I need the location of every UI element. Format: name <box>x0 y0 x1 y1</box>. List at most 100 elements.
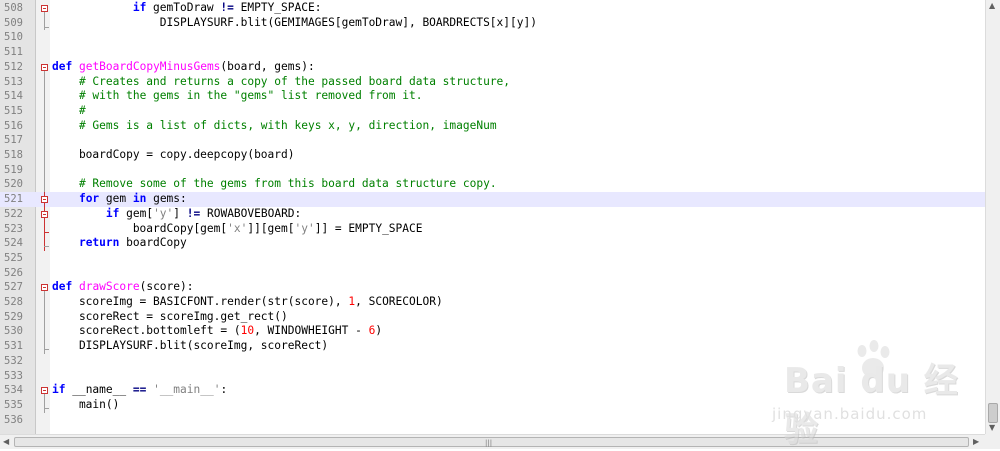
code-token: for <box>78 192 100 206</box>
code-token: 10 <box>240 324 255 338</box>
fold-collapse-icon[interactable] <box>41 5 48 12</box>
code-token: if <box>132 1 147 14</box>
code-token: if <box>52 383 66 397</box>
code-token: in <box>132 192 147 206</box>
line-number: 528 <box>4 296 23 308</box>
code-line[interactable]: 526 <box>0 266 985 281</box>
line-number: 517 <box>4 134 23 147</box>
line-number: 526 <box>4 266 23 279</box>
line-number: 527 <box>4 281 23 294</box>
code-token: scoreRect.bottomleft = ( <box>52 324 241 338</box>
code-text: # Creates and returns a copy of the pass… <box>52 75 510 90</box>
line-number: 522 <box>4 207 23 220</box>
watermark-url: jingyan.baidu.com <box>772 405 928 423</box>
code-token: ROWABOVEBOARD: <box>200 206 302 220</box>
code-line[interactable]: 515 # <box>0 104 985 119</box>
code-token: (score): <box>139 280 194 294</box>
code-line[interactable]: 520 # Remove some of the gems from this … <box>0 177 985 192</box>
code-line[interactable]: 525 <box>0 251 985 266</box>
line-number: 519 <box>4 163 23 176</box>
code-line[interactable]: 522 if gem['y'] != ROWABOVEBOARD: <box>0 207 985 222</box>
code-token: scoreRect = scoreImg.get_rect() <box>52 309 288 323</box>
fold-guide <box>44 70 45 193</box>
line-number: 534 <box>4 384 23 397</box>
fold-guide-end <box>44 246 49 248</box>
scroll-left-arrow-icon[interactable]: ◀ <box>3 437 9 446</box>
code-line[interactable]: 511 <box>0 45 985 60</box>
line-number: 530 <box>4 325 23 338</box>
scroll-grip-icon: ||| <box>485 439 493 447</box>
code-token: gemToDraw <box>146 1 221 14</box>
scroll-up-arrow-icon[interactable]: ▲ <box>989 1 995 10</box>
code-line[interactable]: 517 <box>0 133 985 148</box>
code-line[interactable]: 524 return boardCopy <box>0 236 985 251</box>
code-token: if <box>105 206 120 220</box>
code-token: gem[ <box>119 206 154 220</box>
code-text: boardCopy[gem['x']][gem['y']] = EMPTY_SP… <box>52 222 423 237</box>
code-line[interactable]: 519 <box>0 163 985 178</box>
code-text: return boardCopy <box>52 236 187 251</box>
code-text: # Gems is a list of dicts, with keys x, … <box>52 119 497 134</box>
fold-collapse-icon[interactable] <box>41 196 48 204</box>
code-text: for gem in gems: <box>52 192 187 207</box>
code-line[interactable]: 512 def getBoardCopyMinusGems(board, gems… <box>0 60 985 75</box>
code-line[interactable]: 521 for gem in gems: <box>0 192 985 207</box>
code-token: (board, gems): <box>220 59 315 73</box>
fold-collapse-icon[interactable] <box>41 210 48 218</box>
line-number: 535 <box>4 398 23 411</box>
fold-collapse-icon[interactable] <box>41 63 48 71</box>
code-line[interactable]: 516 # Gems is a list of dicts, with keys… <box>0 119 985 134</box>
baidu-jingyan-watermark: Bai du 经验 jingyan.baidu.com <box>772 335 992 450</box>
code-text: DISPLAYSURF.blit(GEMIMAGES[gemToDraw], B… <box>52 16 537 31</box>
line-number: 514 <box>4 90 23 103</box>
line-number: 518 <box>4 149 23 161</box>
code-text: scoreRect.bottomleft = (10, WINDOWHEIGHT… <box>52 324 382 339</box>
code-token: == <box>132 383 147 397</box>
line-number: 532 <box>4 354 23 367</box>
fold-guide-end <box>44 26 49 28</box>
code-text: def drawScore(score): <box>52 280 193 295</box>
line-number: 508 <box>4 2 23 14</box>
code-token: != <box>186 206 201 220</box>
line-number: 524 <box>4 237 23 250</box>
code-token: , WINDOWHEIGHT - <box>254 324 369 338</box>
code-token: ] <box>173 206 187 220</box>
code-text: scoreImg = BASICFONT.render(str(score), … <box>52 295 443 310</box>
code-text: if gemToDraw != EMPTY_SPACE: <box>52 1 322 16</box>
code-token: # Creates and returns a copy of the pass… <box>78 74 511 88</box>
code-text: def getBoardCopyMinusGems(board, gems): <box>52 60 315 75</box>
fold-collapse-icon[interactable] <box>41 387 48 395</box>
fold-guide-end <box>44 349 49 351</box>
code-token: # <box>78 103 86 117</box>
code-line[interactable]: 528 scoreImg = BASICFONT.render(str(scor… <box>0 295 985 310</box>
code-token: '__main__' <box>153 383 221 397</box>
line-number: 510 <box>4 31 23 44</box>
fold-collapse-icon[interactable] <box>41 284 48 292</box>
line-number: 533 <box>4 369 23 382</box>
code-token: DISPLAYSURF.blit(scoreImg, scoreRect) <box>52 339 329 353</box>
code-line[interactable]: 529 scoreRect = scoreImg.get_rect() <box>0 310 985 325</box>
code-line[interactable]: 510 <box>0 30 985 45</box>
code-line[interactable]: 523 boardCopy[gem['x']][gem['y']] = EMPT… <box>0 222 985 237</box>
code-line[interactable]: 513 # Creates and returns a copy of the … <box>0 75 985 90</box>
code-line[interactable]: 518 boardCopy = copy.deepcopy(board) <box>0 148 985 163</box>
code-text: main() <box>52 398 119 413</box>
code-line[interactable]: 509 DISPLAYSURF.blit(GEMIMAGES[gemToDraw… <box>0 16 985 31</box>
code-line[interactable]: 514 # with the gems in the "gems" list r… <box>0 89 985 104</box>
line-number: 521 <box>4 193 23 206</box>
code-line[interactable]: 508 if gemToDraw != EMPTY_SPACE: <box>0 1 985 16</box>
code-text: boardCopy = copy.deepcopy(board) <box>52 148 295 163</box>
code-token: : <box>220 383 228 397</box>
code-line[interactable]: 527 def drawScore(score): <box>0 280 985 295</box>
line-number: 513 <box>4 75 23 88</box>
code-token: EMPTY_SPACE: <box>233 1 322 14</box>
code-token: ]] = EMPTY_SPACE <box>314 221 423 235</box>
